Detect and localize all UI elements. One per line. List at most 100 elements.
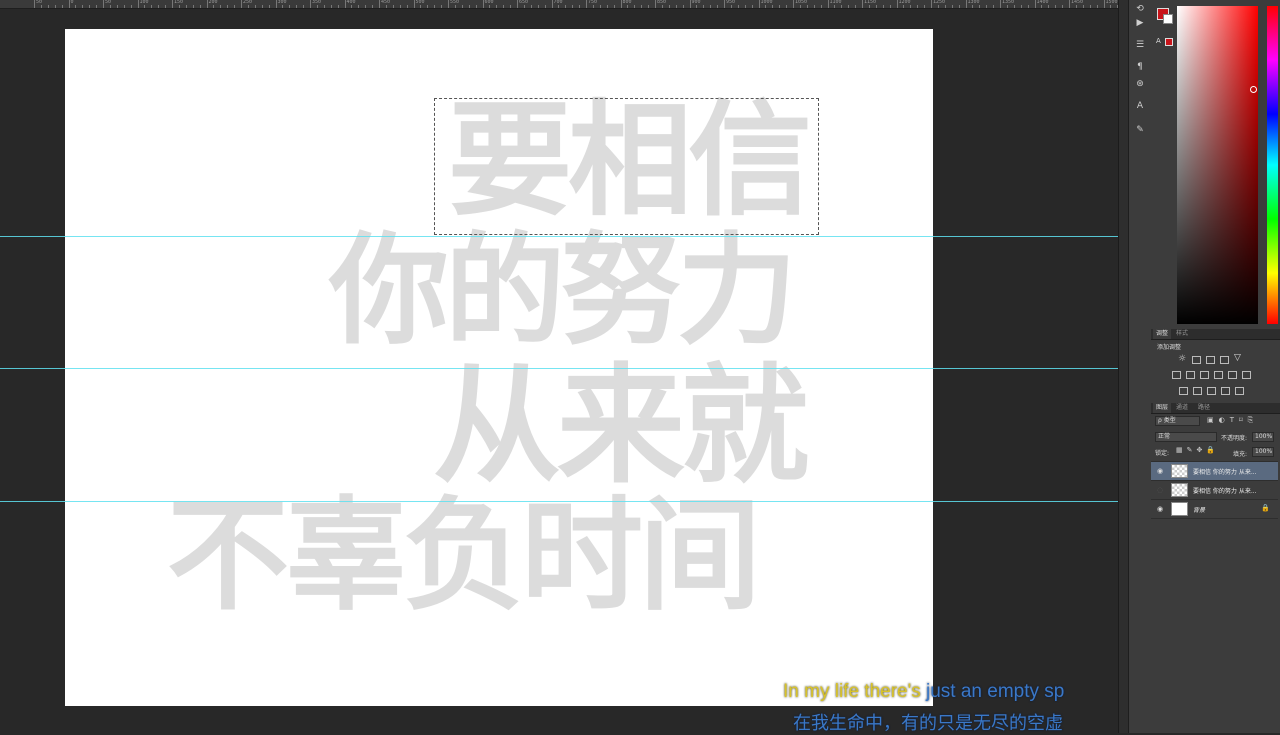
ruler-tick — [882, 5, 884, 8]
layer-row[interactable]: ◉ 要相信 你的努力 从来... — [1151, 461, 1278, 480]
fill-label: 填充: — [1233, 451, 1248, 458]
ruler-tick — [744, 5, 746, 8]
tab-layers[interactable]: 图层 — [1153, 403, 1172, 413]
ruler-tick — [323, 5, 325, 8]
ruler-tick — [468, 5, 470, 8]
layer-filter-select[interactable]: ρ 类型 — [1155, 416, 1200, 426]
ruler-tick — [910, 5, 912, 8]
ruler-label: 1000 — [760, 0, 773, 5]
ruler-tick — [448, 0, 449, 8]
ruler-tick — [951, 5, 953, 8]
guide-line[interactable] — [0, 501, 1118, 502]
gradient-map-icon[interactable] — [1221, 387, 1230, 395]
invert-icon[interactable] — [1179, 387, 1188, 395]
guide-line[interactable] — [0, 236, 1118, 237]
ruler-tick — [399, 5, 401, 8]
selective-color-icon[interactable] — [1235, 387, 1244, 395]
ruler-tick — [247, 5, 249, 8]
gamut-warning-icon: A — [1156, 37, 1161, 45]
ruler-tick — [40, 5, 42, 8]
color-lookup-icon[interactable] — [1242, 371, 1251, 379]
visibility-eye-icon[interactable]: ◌ — [1157, 486, 1163, 494]
layer-row[interactable]: ◌ 要相信 你的努力 从来... — [1151, 480, 1278, 499]
background-color-swatch[interactable] — [1163, 14, 1173, 24]
tab-channels[interactable]: 通道 — [1173, 403, 1191, 413]
tab-styles[interactable]: 样式 — [1173, 329, 1191, 339]
brightness-icon[interactable]: ☼ — [1178, 354, 1186, 364]
layer-row[interactable]: ◉ 背景 🔒 — [1151, 499, 1278, 518]
brush-presets-icon[interactable]: ✎ — [1133, 123, 1147, 137]
ruler-tick — [420, 5, 422, 8]
lock-icons[interactable]: ▦✎✥🔒 — [1176, 446, 1219, 454]
sliders-icon[interactable]: ☰ — [1133, 38, 1147, 52]
exposure-icon[interactable] — [1220, 356, 1229, 364]
ruler-label: 1400 — [1036, 0, 1049, 5]
ruler-tick — [868, 5, 870, 8]
ruler-tick — [565, 5, 567, 8]
ruler-tick — [634, 5, 636, 8]
tab-paths[interactable]: 路径 — [1195, 403, 1213, 413]
ruler-tick — [461, 5, 463, 8]
hue-slider[interactable] — [1267, 6, 1278, 324]
ruler-tick — [185, 5, 187, 8]
ruler-tick — [496, 5, 498, 8]
opacity-input[interactable]: 100% — [1252, 432, 1274, 442]
layers-divider — [1151, 518, 1278, 519]
visibility-eye-icon[interactable]: ◉ — [1157, 505, 1163, 513]
fill-input[interactable]: 100% — [1252, 447, 1274, 457]
ruler-tick — [137, 0, 139, 8]
ruler-tick — [1041, 5, 1043, 8]
play-icon[interactable]: ▶ — [1133, 16, 1147, 30]
ruler-tick — [227, 5, 229, 8]
hue-saturation-icon[interactable] — [1172, 371, 1181, 379]
vibrance-icon[interactable]: ▽ — [1234, 353, 1241, 363]
color-balance-icon[interactable] — [1186, 371, 1195, 379]
selection-marquee[interactable] — [434, 98, 819, 235]
ruler-tick — [261, 5, 263, 8]
layer-filter-icons[interactable]: ▣◐T⌑⎘ — [1207, 416, 1258, 425]
character-icon[interactable]: A — [1133, 99, 1147, 113]
guide-line[interactable] — [0, 368, 1118, 369]
threshold-icon[interactable] — [1207, 387, 1216, 395]
lock-icon: 🔒 — [1261, 504, 1270, 512]
photo-filter-icon[interactable] — [1214, 371, 1223, 379]
ruler-tick — [931, 0, 932, 8]
ruler-tick — [696, 5, 698, 8]
color-picker-marker[interactable] — [1250, 86, 1257, 93]
clone-source-icon[interactable]: ⊛ — [1133, 77, 1147, 91]
blend-mode-select[interactable]: 正常 — [1155, 432, 1217, 442]
posterize-icon[interactable] — [1193, 387, 1202, 395]
ruler-tick — [517, 0, 518, 8]
ruler-tick — [413, 0, 415, 8]
ruler-tick — [786, 5, 788, 8]
ruler-tick — [1069, 0, 1070, 8]
history-icon[interactable]: ⟲ — [1133, 2, 1147, 16]
subtitle-english-highlight: In my life there's — [783, 681, 921, 702]
ruler-tick — [392, 5, 394, 8]
ruler-label: 1200 — [898, 0, 911, 5]
web-color-swatch[interactable] — [1165, 38, 1173, 46]
ruler-tick — [220, 5, 222, 8]
ruler-label: 1300 — [967, 0, 980, 5]
canvas-text-line-3: 从来就 — [433, 352, 809, 501]
ruler-tick — [441, 5, 443, 8]
levels-icon[interactable] — [1192, 356, 1201, 364]
visibility-eye-icon[interactable]: ◉ — [1157, 467, 1163, 475]
ruler-tick — [109, 5, 111, 8]
ruler-tick — [944, 5, 946, 8]
ruler-tick — [344, 0, 346, 8]
ruler-tick — [530, 5, 532, 8]
curves-icon[interactable] — [1206, 356, 1215, 364]
channel-mixer-icon[interactable] — [1228, 371, 1237, 379]
paragraph-icon[interactable]: ¶ — [1133, 60, 1147, 74]
tab-adjustments[interactable]: 调整 — [1153, 329, 1172, 339]
color-saturation-field[interactable] — [1177, 6, 1258, 324]
black-white-icon[interactable] — [1200, 371, 1209, 379]
ruler-tick — [965, 0, 967, 8]
ruler-tick — [592, 5, 594, 8]
ruler-tick — [96, 5, 98, 8]
ruler-tick — [855, 5, 857, 8]
ruler-tick — [1020, 5, 1022, 8]
ruler-tick — [54, 5, 56, 8]
ruler-tick — [737, 5, 739, 8]
